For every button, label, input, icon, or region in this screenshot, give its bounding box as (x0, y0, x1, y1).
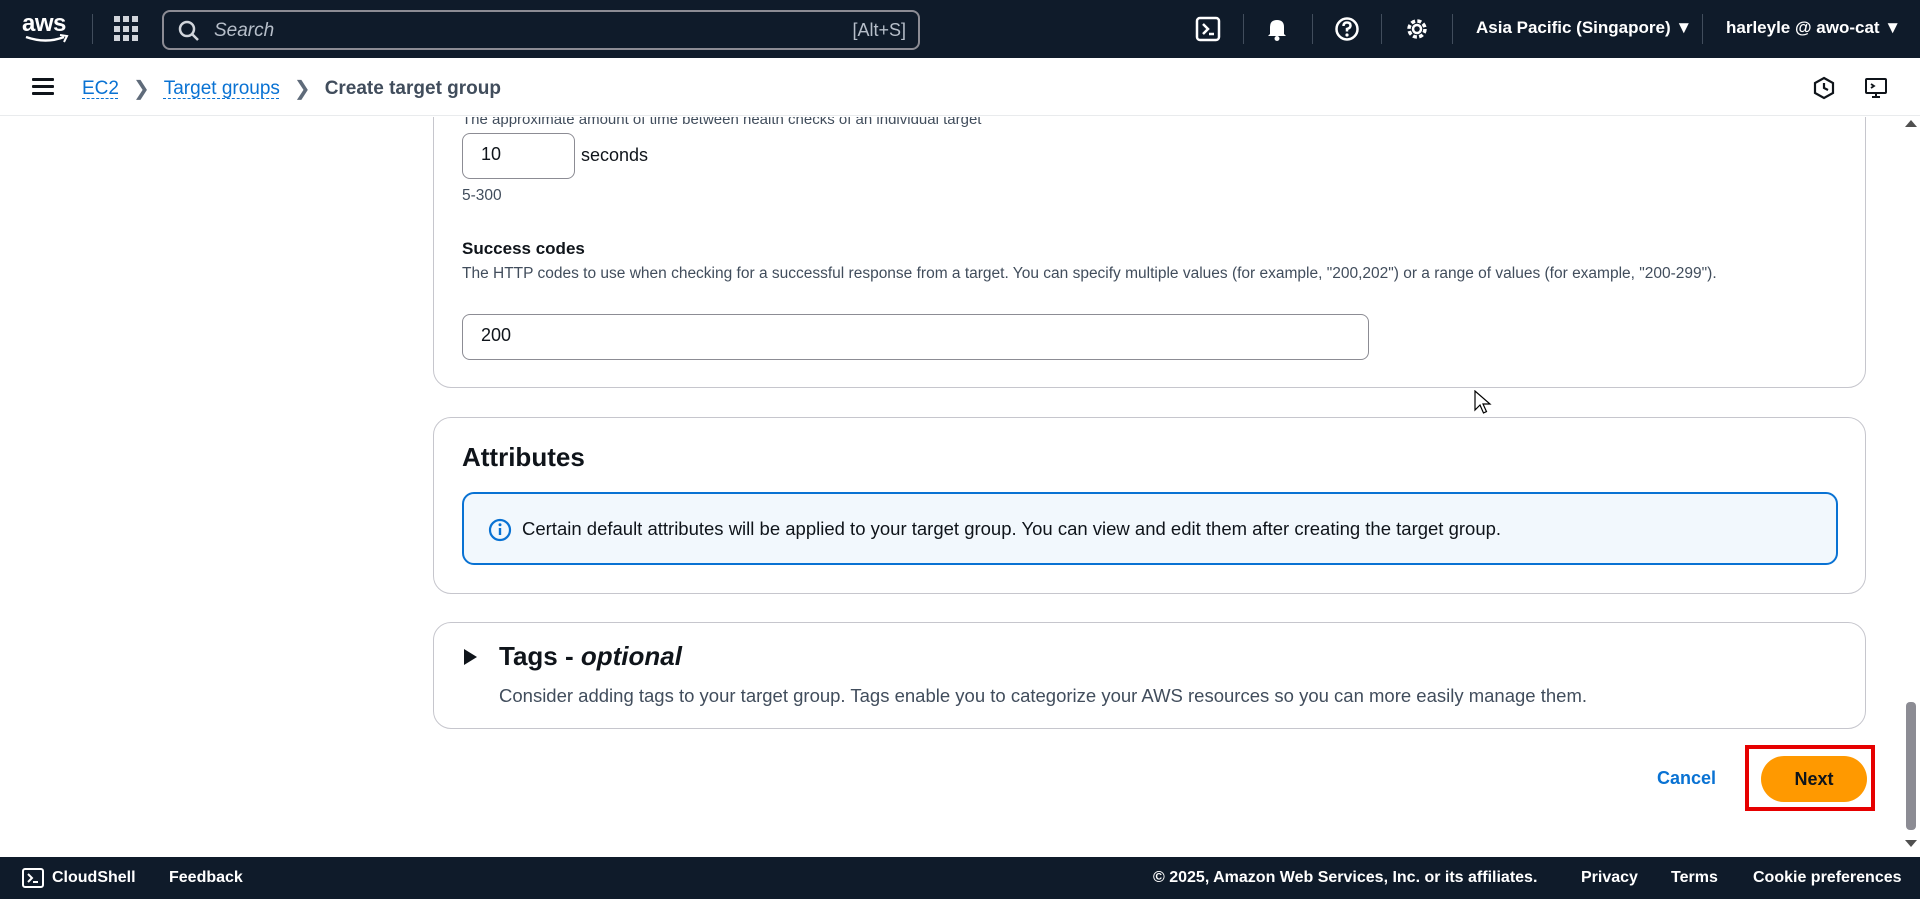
notifications-panel-icon[interactable] (1812, 76, 1836, 100)
scrollbar-thumb[interactable] (1906, 702, 1916, 830)
tags-expand-toggle[interactable]: Tags - optional (499, 641, 682, 672)
cloudshell-icon[interactable] (1195, 16, 1221, 42)
menu-icon[interactable] (32, 78, 54, 96)
breadcrumb-target-groups[interactable]: Target groups (164, 78, 280, 100)
footer-feedback[interactable]: Feedback (169, 869, 243, 887)
account-menu[interactable]: harleyle @ awo-cat ▼ (1726, 18, 1901, 38)
divider (1452, 14, 1453, 44)
footer-cookie-preferences[interactable]: Cookie preferences (1753, 869, 1902, 887)
info-icon (488, 518, 512, 542)
scroll-down-arrow[interactable] (1905, 840, 1917, 847)
attributes-card: Attributes Certain default attributes wi… (433, 417, 1866, 594)
breadcrumb-bar: EC2 ❯ Target groups ❯ Create target grou… (0, 58, 1920, 116)
interval-description: The approximate amount of time between h… (462, 117, 982, 128)
chevron-right-icon: ❯ (293, 78, 311, 100)
success-codes-input[interactable]: 200 (462, 314, 1369, 360)
divider (1312, 14, 1313, 44)
footer-terms[interactable]: Terms (1671, 869, 1718, 887)
bell-icon[interactable] (1264, 16, 1290, 42)
region-selector[interactable]: Asia Pacific (Singapore) ▼ (1476, 18, 1692, 38)
search-input[interactable]: Search [Alt+S] (162, 10, 920, 50)
success-codes-label: Success codes (462, 239, 585, 258)
breadcrumb-ec2[interactable]: EC2 (82, 78, 119, 100)
search-shortcut: [Alt+S] (852, 20, 906, 40)
interval-input[interactable]: 10 (462, 133, 575, 179)
scroll-up-arrow[interactable] (1905, 120, 1917, 127)
chevron-right-icon: ❯ (132, 78, 150, 100)
top-navigation: aws Search [Alt+S] Asia Pacific (Singapo… (0, 0, 1920, 58)
breadcrumb: EC2 ❯ Target groups ❯ Create target grou… (82, 76, 501, 101)
divider (1381, 14, 1382, 44)
info-alert-text: Certain default attributes will be appli… (522, 518, 1502, 539)
divider (1702, 14, 1703, 44)
search-placeholder: Search (214, 20, 275, 41)
next-button[interactable]: Next (1761, 756, 1867, 802)
cancel-button[interactable]: Cancel (1657, 768, 1716, 789)
tags-description: Consider adding tags to your target grou… (499, 685, 1587, 706)
info-alert: Certain default attributes will be appli… (462, 492, 1838, 565)
footer-cloudshell[interactable]: CloudShell (52, 869, 136, 887)
attributes-title: Attributes (462, 442, 585, 472)
cloudshell-icon[interactable] (22, 868, 44, 888)
breadcrumb-current: Create target group (324, 77, 501, 99)
success-codes-description: The HTTP codes to use when checking for … (462, 265, 1717, 282)
gear-icon[interactable] (1404, 16, 1430, 42)
divider (1243, 14, 1244, 44)
footer-privacy[interactable]: Privacy (1581, 869, 1638, 887)
interval-range-hint: 5-300 (462, 187, 502, 204)
caret-right-icon[interactable] (464, 649, 477, 665)
footer: CloudShell Feedback © 2025, Amazon Web S… (0, 857, 1920, 899)
footer-copyright: © 2025, Amazon Web Services, Inc. or its… (1153, 869, 1538, 886)
feedback-panel-icon[interactable] (1864, 76, 1888, 100)
search-icon (178, 20, 199, 41)
tags-card: Tags - optional Consider adding tags to … (433, 622, 1866, 729)
interval-unit: seconds (581, 145, 649, 165)
services-grid-icon[interactable] (114, 16, 140, 42)
mouse-pointer-icon (1474, 390, 1492, 414)
help-icon[interactable] (1334, 16, 1360, 42)
main-content: The approximate amount of time between h… (0, 117, 1920, 857)
aws-logo[interactable]: aws (22, 12, 72, 46)
divider (92, 14, 93, 44)
